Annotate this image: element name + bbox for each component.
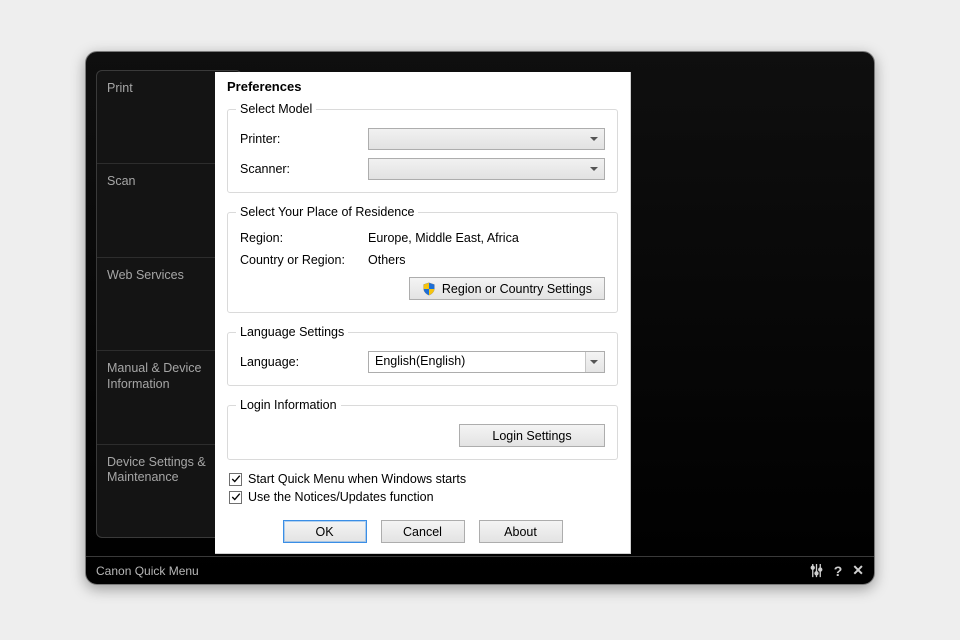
language-label: Language:: [240, 355, 368, 369]
region-country-settings-button[interactable]: Region or Country Settings: [409, 277, 605, 300]
group-legend: Language Settings: [236, 325, 348, 339]
language-value: English(English): [375, 354, 465, 368]
printer-select[interactable]: [368, 128, 605, 150]
group-legend: Login Information: [236, 398, 341, 412]
group-language: Language Settings Language: English(Engl…: [227, 325, 618, 386]
sidebar-item-label: Device Settings & Maintenance: [107, 455, 231, 486]
printer-label: Printer:: [240, 132, 368, 146]
button-label: Cancel: [403, 525, 442, 539]
group-residence: Select Your Place of Residence Region: E…: [227, 205, 618, 313]
region-value: Europe, Middle East, Africa: [368, 231, 605, 245]
check-icon: [231, 474, 241, 484]
preferences-dialog: Preferences Select Model Printer: Scanne…: [215, 72, 631, 554]
group-legend: Select Your Place of Residence: [236, 205, 418, 219]
login-settings-button[interactable]: Login Settings: [459, 424, 605, 447]
sidebar-item-label: Print: [107, 81, 133, 97]
button-label: OK: [315, 525, 333, 539]
group-login: Login Information Login Settings: [227, 398, 618, 460]
start-with-windows-label: Start Quick Menu when Windows starts: [248, 472, 466, 486]
status-title: Canon Quick Menu: [96, 564, 199, 578]
button-label: About: [504, 525, 537, 539]
about-button[interactable]: About: [479, 520, 563, 543]
status-icons: ? ✕: [809, 562, 864, 579]
sidebar-item-label: Web Services: [107, 268, 184, 284]
uac-shield-icon: [422, 282, 436, 296]
cancel-button[interactable]: Cancel: [381, 520, 465, 543]
language-select[interactable]: English(English): [368, 351, 605, 373]
region-label: Region:: [240, 231, 368, 245]
notices-updates-label: Use the Notices/Updates function: [248, 490, 434, 504]
scanner-select[interactable]: [368, 158, 605, 180]
notices-updates-checkbox[interactable]: [229, 491, 242, 504]
button-label: Region or Country Settings: [442, 282, 592, 296]
scanner-label: Scanner:: [240, 162, 368, 176]
country-value: Others: [368, 253, 605, 267]
dialog-button-row: OK Cancel About: [227, 520, 618, 543]
help-icon[interactable]: ?: [834, 563, 843, 579]
close-icon[interactable]: ✕: [852, 562, 864, 579]
button-label: Login Settings: [492, 429, 571, 443]
ok-button[interactable]: OK: [283, 520, 367, 543]
group-legend: Select Model: [236, 102, 316, 116]
sidebar-item-label: Scan: [107, 174, 136, 190]
settings-sliders-icon[interactable]: [809, 563, 824, 578]
status-bar: Canon Quick Menu ? ✕: [86, 556, 874, 584]
sidebar-item-label: Manual & Device Information: [107, 361, 231, 392]
check-icon: [231, 492, 241, 502]
dialog-title: Preferences: [227, 79, 618, 94]
country-label: Country or Region:: [240, 253, 368, 267]
group-select-model: Select Model Printer: Scanner:: [227, 102, 618, 193]
start-with-windows-checkbox[interactable]: [229, 473, 242, 486]
